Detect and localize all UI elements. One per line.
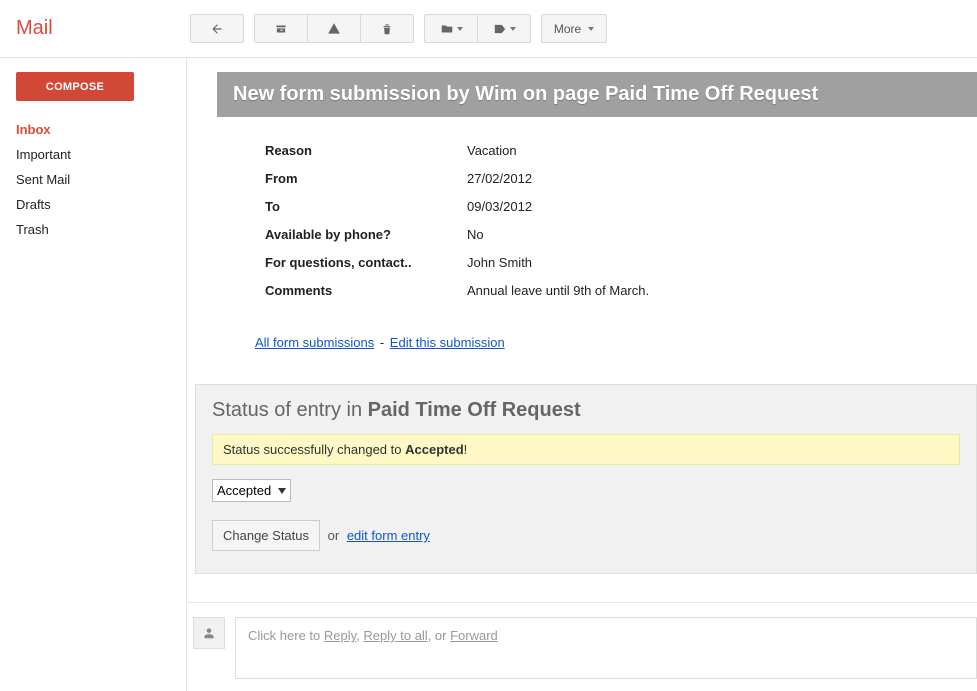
edit-form-entry-link[interactable]: edit form entry <box>347 528 430 543</box>
field-value: Vacation <box>467 143 517 158</box>
main-content: New form submission by Wim on page Paid … <box>186 58 977 691</box>
message-header: New form submission by Wim on page Paid … <box>217 72 977 117</box>
sidebar: COMPOSE Inbox Important Sent Mail Drafts… <box>0 58 186 691</box>
more-button[interactable]: More <box>541 14 607 43</box>
message-container: New form submission by Wim on page Paid … <box>187 58 977 679</box>
status-title-prefix: Status of entry in <box>212 399 368 421</box>
status-panel: Status of entry in Paid Time Off Request… <box>195 384 977 574</box>
reply-sep2: , or <box>428 628 450 643</box>
field-row: To 09/03/2012 <box>265 199 977 214</box>
compose-button[interactable]: COMPOSE <box>16 72 134 101</box>
back-button[interactable] <box>190 14 244 43</box>
chevron-down-icon <box>457 27 463 31</box>
sidebar-item-inbox[interactable]: Inbox <box>16 117 186 142</box>
app-brand: Mail <box>16 17 186 40</box>
field-row: Reason Vacation <box>265 143 977 158</box>
label-icon <box>493 21 507 37</box>
chevron-down-icon <box>588 27 594 31</box>
edit-submission-link[interactable]: Edit this submission <box>390 335 505 350</box>
move-to-button[interactable] <box>424 14 478 43</box>
toolbar: More <box>186 14 607 43</box>
all-submissions-link[interactable]: All form submissions <box>255 335 374 350</box>
change-status-button[interactable]: Change Status <box>212 520 320 551</box>
field-label: For questions, contact.. <box>265 255 467 270</box>
status-select[interactable]: Accepted <box>212 479 291 502</box>
message-links: All form submissions - Edit this submiss… <box>217 311 977 350</box>
back-arrow-icon <box>210 21 224 37</box>
forward-link[interactable]: Forward <box>450 628 498 643</box>
alert-strong: Accepted <box>405 442 464 457</box>
action-group-2 <box>424 14 531 43</box>
archive-icon <box>274 21 288 37</box>
reply-box[interactable]: Click here to Reply, Reply to all, or Fo… <box>235 617 977 679</box>
top-bar: Mail More <box>0 0 977 58</box>
field-label: Available by phone? <box>265 227 467 242</box>
field-label: To <box>265 199 467 214</box>
sidebar-item-sent[interactable]: Sent Mail <box>16 167 186 192</box>
trash-icon <box>380 21 394 37</box>
link-separator: - <box>380 335 384 350</box>
action-group-1 <box>254 14 414 43</box>
reply-prefix: Click here to <box>248 628 324 643</box>
field-row: Comments Annual leave until 9th of March… <box>265 283 977 298</box>
sidebar-item-drafts[interactable]: Drafts <box>16 192 186 217</box>
field-value: No <box>467 227 484 242</box>
form-fields: Reason Vacation From 27/02/2012 To 09/03… <box>217 143 977 298</box>
archive-button[interactable] <box>254 14 308 43</box>
reply-link[interactable]: Reply <box>324 628 356 643</box>
spam-icon <box>327 21 341 37</box>
field-row: For questions, contact.. John Smith <box>265 255 977 270</box>
field-label: From <box>265 171 467 186</box>
labels-button[interactable] <box>477 14 531 43</box>
reply-all-link[interactable]: Reply to all <box>363 628 427 643</box>
message-body: New form submission by Wim on page Paid … <box>217 72 977 370</box>
sidebar-item-important[interactable]: Important <box>16 142 186 167</box>
reply-row: Click here to Reply, Reply to all, or Fo… <box>187 602 977 679</box>
field-value: John Smith <box>467 255 532 270</box>
sidebar-item-trash[interactable]: Trash <box>16 217 186 242</box>
report-spam-button[interactable] <box>307 14 361 43</box>
or-text: or <box>328 528 340 543</box>
avatar <box>193 617 225 649</box>
field-row: From 27/02/2012 <box>265 171 977 186</box>
status-alert: Status successfully changed to Accepted! <box>212 434 960 465</box>
field-label: Comments <box>265 283 467 298</box>
status-actions: Change Status or edit form entry <box>212 520 960 551</box>
field-value: 27/02/2012 <box>467 171 532 186</box>
field-value: 09/03/2012 <box>467 199 532 214</box>
field-label: Reason <box>265 143 467 158</box>
field-row: Available by phone? No <box>265 227 977 242</box>
status-title: Status of entry in Paid Time Off Request <box>212 399 960 422</box>
person-icon <box>202 626 216 640</box>
status-title-strong: Paid Time Off Request <box>368 399 581 421</box>
layout: COMPOSE Inbox Important Sent Mail Drafts… <box>0 58 977 691</box>
chevron-down-icon <box>510 27 516 31</box>
delete-button[interactable] <box>360 14 414 43</box>
alert-prefix: Status successfully changed to <box>223 442 405 457</box>
field-value: Annual leave until 9th of March. <box>467 283 649 298</box>
folder-icon <box>440 21 454 37</box>
more-label: More <box>554 22 581 36</box>
alert-suffix: ! <box>464 442 468 457</box>
